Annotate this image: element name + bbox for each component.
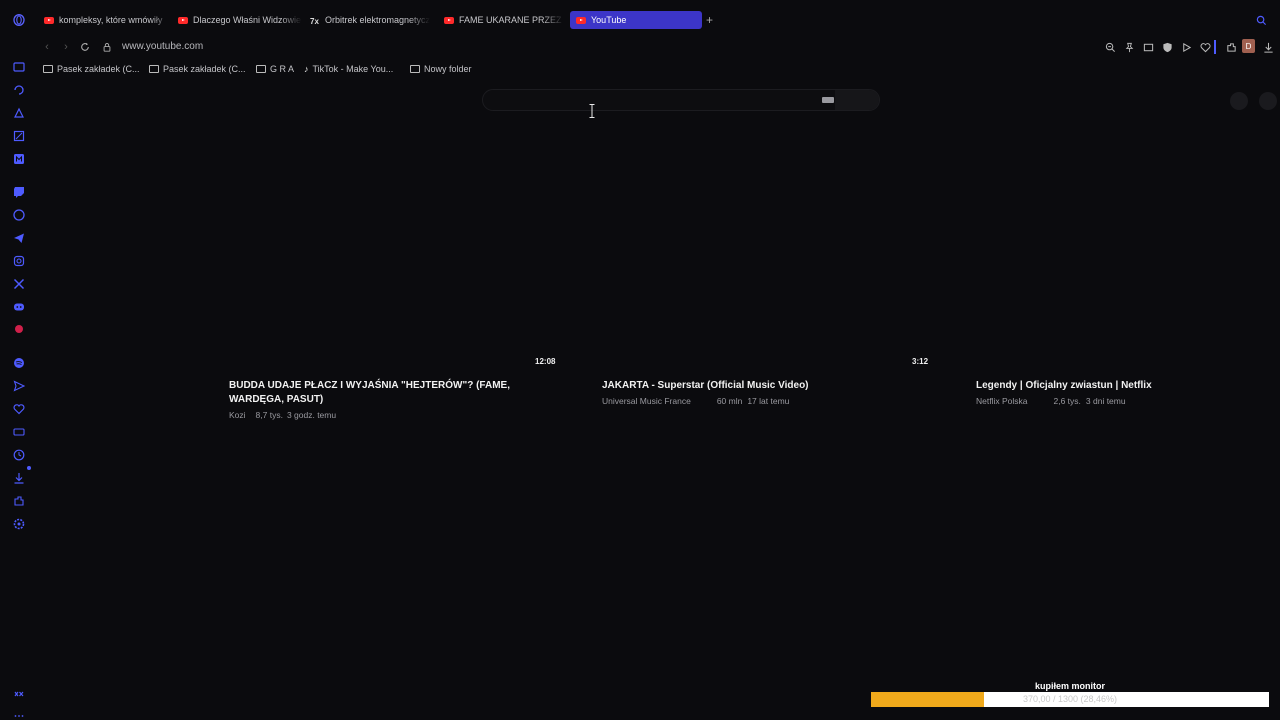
opera-logo-icon[interactable] xyxy=(12,13,26,27)
sidebar xyxy=(0,0,36,720)
pin-icon[interactable] xyxy=(1122,40,1136,54)
account-avatar[interactable] xyxy=(1259,92,1277,110)
forward-button[interactable]: › xyxy=(59,40,73,54)
bookmark-label: Pasek zakładek (C... xyxy=(163,64,246,74)
video-duration: 3:12 xyxy=(912,357,929,366)
new-tab-button[interactable]: + xyxy=(706,11,718,29)
instagram-icon[interactable] xyxy=(12,254,26,268)
tab-youtube-active[interactable]: YouTube xyxy=(570,11,702,29)
folder-icon xyxy=(256,65,266,73)
browser-window: kompleksy, które wmówiły Dlaczego Właśni… xyxy=(0,0,1280,720)
download-icon[interactable] xyxy=(1261,40,1275,54)
bookmark-label: Nowy folder xyxy=(424,64,472,74)
orbitrek-icon: 7x xyxy=(310,16,319,26)
keyboard-icon[interactable] xyxy=(822,97,834,103)
tab-2[interactable]: Dlaczego Właśni Widzowie xyxy=(178,11,302,29)
notification-dot xyxy=(27,466,31,470)
tab-label: YouTube xyxy=(591,15,627,25)
url-field[interactable]: www.youtube.com xyxy=(122,41,203,52)
x-twitter-icon[interactable] xyxy=(12,277,26,291)
text-cursor-icon xyxy=(589,104,595,118)
profile-avatar[interactable]: D xyxy=(1242,39,1255,53)
more-icon[interactable] xyxy=(12,709,26,720)
youtube-icon xyxy=(178,16,188,24)
home-icon[interactable] xyxy=(12,60,26,74)
goal-progress-bar: 370,00 / 1300 (28,46%) xyxy=(871,692,1269,707)
video-meta: Netflix Polska 2,6 tys. 3 dni temu xyxy=(976,396,1136,406)
crypto-wallet-icon[interactable] xyxy=(12,106,26,120)
youtube-icon xyxy=(444,16,454,24)
video-title[interactable]: BUDDA UDAJE PŁACZ I WYJAŚNIA "HEJTERÓW"?… xyxy=(229,379,519,407)
upload-age: 3 godz. temu xyxy=(286,410,337,420)
reload-button[interactable] xyxy=(78,40,92,54)
view-count: 2,6 tys. xyxy=(1053,396,1081,406)
tab-3[interactable]: 7x Orbitrek elektromagnetyczny xyxy=(310,11,430,29)
extension-red-icon[interactable] xyxy=(12,322,26,336)
folder-icon xyxy=(43,65,53,73)
downloads-icon[interactable] xyxy=(12,471,26,485)
video-meta: Universal Music France 60 mln 17 lat temu xyxy=(602,396,799,406)
extensions-icon[interactable] xyxy=(12,494,26,508)
heart-icon[interactable] xyxy=(12,402,26,416)
bookmarks-bar: Pasek zakładek (C... Pasek zakładek (C..… xyxy=(36,62,1280,78)
video-meta: Kozi 8,7 tys. 3 godz. temu xyxy=(229,410,346,420)
address-bar-row: ‹ › www.youtube.com D xyxy=(36,36,1280,58)
music-player-icon[interactable] xyxy=(12,152,26,166)
settings-gear-icon[interactable] xyxy=(12,517,26,531)
youtube-search-input[interactable] xyxy=(482,89,880,111)
extensions-puzzle-icon[interactable] xyxy=(1224,40,1238,54)
goal-progress-text: 370,00 / 1300 (28,46%) xyxy=(1022,694,1118,704)
adblock-shield-icon[interactable] xyxy=(1160,40,1174,54)
snapshot-icon[interactable] xyxy=(1141,40,1155,54)
video-duration: 12:08 xyxy=(535,357,556,366)
channel-name[interactable]: Kozi xyxy=(229,410,246,420)
history-icon[interactable] xyxy=(12,448,26,462)
bookmark-folder-nowy[interactable]: Nowy folder xyxy=(410,64,472,74)
upload-age: 17 lat temu xyxy=(747,396,790,406)
tab-4[interactable]: FAME UKARANE PRZEZ ORLEN xyxy=(444,11,564,29)
messenger-icon[interactable] xyxy=(12,208,26,222)
folder-icon xyxy=(149,65,159,73)
view-count: 8,7 tys. xyxy=(255,410,283,420)
youtube-icon xyxy=(44,16,54,24)
video-title[interactable]: Legendy | Oficjalny zwiastun | Netflix xyxy=(976,379,1266,393)
upload-age: 3 dni temu xyxy=(1085,396,1126,406)
notifications-button[interactable] xyxy=(1230,92,1248,110)
channel-name[interactable]: Universal Music France xyxy=(602,396,691,406)
bookmark-label: G R A xyxy=(270,64,295,74)
tab-strip: kompleksy, które wmówiły Dlaczego Właśni… xyxy=(36,8,1280,32)
goal-title: kupiłem monitor xyxy=(1034,681,1105,691)
folder-icon xyxy=(410,65,420,73)
youtube-icon xyxy=(576,16,586,24)
heart-bookmark-icon[interactable] xyxy=(1198,40,1212,54)
play-icon[interactable] xyxy=(1179,40,1193,54)
bookmark-tiktok[interactable]: ♪ TikTok - Make You... xyxy=(304,64,393,74)
zoom-icon[interactable] xyxy=(1103,40,1117,54)
tab-label: kompleksy, które wmówiły xyxy=(59,15,163,25)
view-count: 60 mln xyxy=(716,396,743,406)
keyboard-icon[interactable] xyxy=(12,425,26,439)
toolbar-divider xyxy=(1214,40,1216,54)
bookmark-label: Pasek zakładek (C... xyxy=(57,64,140,74)
bookmark-label: TikTok - Make You... xyxy=(312,64,394,74)
tab-1[interactable]: kompleksy, które wmówiły xyxy=(44,11,172,29)
bookmark-folder-2[interactable]: Pasek zakładek (C... xyxy=(149,64,246,74)
back-button[interactable]: ‹ xyxy=(40,40,54,54)
telegram-icon[interactable] xyxy=(12,231,26,245)
gx-corner-icon[interactable] xyxy=(12,129,26,143)
lock-icon[interactable] xyxy=(100,40,114,54)
video-title[interactable]: JAKARTA - Superstar (Official Music Vide… xyxy=(602,379,902,393)
bookmark-folder-gra[interactable]: G R A xyxy=(256,64,294,74)
twitch-icon[interactable] xyxy=(12,185,26,199)
search-button[interactable] xyxy=(835,90,879,110)
tiktok-icon: ♪ xyxy=(304,64,309,74)
channel-name[interactable]: Netflix Polska xyxy=(976,396,1028,406)
bookmark-folder-1[interactable]: Pasek zakładek (C... xyxy=(43,64,140,74)
gx-logo-icon[interactable] xyxy=(12,687,26,701)
aria-icon[interactable] xyxy=(12,83,26,97)
tab-search-icon[interactable] xyxy=(1256,11,1270,29)
discord-icon[interactable] xyxy=(12,300,26,314)
spotify-icon[interactable] xyxy=(12,356,26,370)
send-icon[interactable] xyxy=(12,379,26,393)
